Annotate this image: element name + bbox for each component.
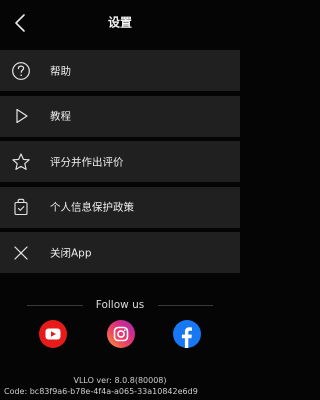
menu-item-privacy[interactable]: 个人信息保护政策 xyxy=(0,186,240,228)
menu-item-help[interactable]: 帮助 xyxy=(0,50,240,91)
star-outline-icon xyxy=(11,152,31,172)
play-outline-icon xyxy=(11,106,31,126)
instagram-icon xyxy=(107,320,135,348)
divider-line xyxy=(158,305,213,306)
menu-item-close-app[interactable]: 关闭App xyxy=(0,232,240,273)
menu-item-label: 帮助 xyxy=(50,65,71,77)
facebook-link[interactable] xyxy=(172,319,202,349)
menu-item-label: 评分并作出评价 xyxy=(50,156,124,168)
menu-item-rate[interactable]: 评分并作出评价 xyxy=(0,141,240,182)
settings-screen: 设置 帮助 教程 评分并作出评价 个人信息保护政策 关闭App Follow u… xyxy=(0,0,240,400)
app-version: VLLO ver: 8.0.8(80008) xyxy=(73,376,167,385)
youtube-link[interactable] xyxy=(38,319,68,349)
privacy-bag-icon xyxy=(11,197,31,217)
menu-item-label: 教程 xyxy=(50,110,71,123)
help-circle-icon xyxy=(11,61,31,81)
youtube-icon xyxy=(39,320,67,348)
close-icon xyxy=(11,243,31,263)
follow-us-divider: Follow us xyxy=(0,298,240,312)
facebook-icon xyxy=(173,320,201,348)
settings-menu: 帮助 教程 评分并作出评价 个人信息保护政策 关闭App xyxy=(0,50,240,278)
device-code: Code: bc83f9a6-b78e-4f4a-a065-33a10842e6… xyxy=(4,387,198,396)
page-title: 设置 xyxy=(107,15,132,30)
menu-item-tutorial[interactable]: 教程 xyxy=(0,95,240,137)
menu-item-label: 个人信息保护政策 xyxy=(50,201,134,214)
header: 设置 xyxy=(0,0,240,44)
instagram-link[interactable] xyxy=(106,319,136,349)
menu-item-label: 关闭App xyxy=(50,247,92,259)
